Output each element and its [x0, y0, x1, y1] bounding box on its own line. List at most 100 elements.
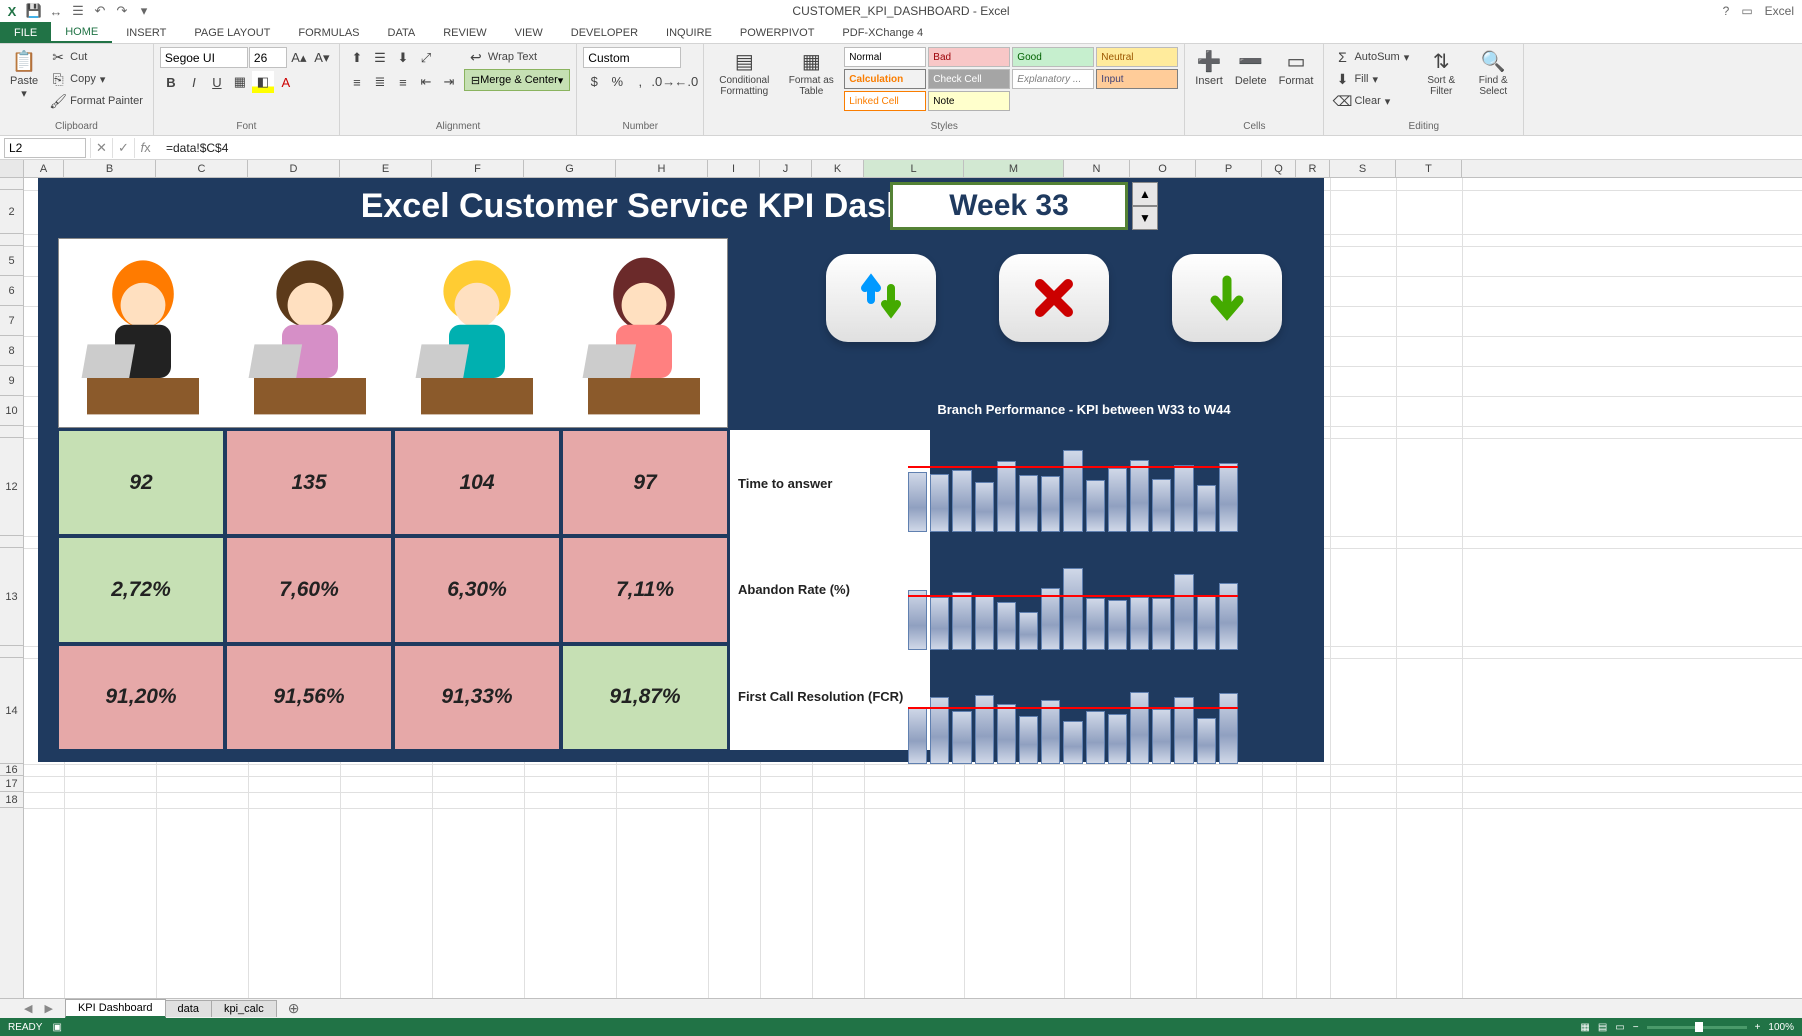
tab-data[interactable]: DATA: [374, 22, 430, 43]
merge-center-button[interactable]: ⊟Merge & Center ▾: [464, 69, 570, 91]
row-header[interactable]: 14: [0, 658, 23, 764]
col-header-C[interactable]: C: [156, 160, 248, 177]
row-header[interactable]: 17: [0, 776, 23, 792]
tab-home[interactable]: HOME: [51, 22, 112, 43]
border-button[interactable]: ▦: [229, 71, 251, 93]
cancel-formula-icon[interactable]: ✕: [90, 138, 112, 158]
conditional-formatting-button[interactable]: ▤Conditional Formatting: [710, 47, 778, 99]
insert-function-icon[interactable]: fx: [134, 138, 156, 158]
spinner-down-button[interactable]: ▼: [1132, 206, 1158, 230]
style-calculation[interactable]: Calculation: [844, 69, 926, 89]
save-icon[interactable]: 💾: [26, 3, 42, 19]
touch-icon[interactable]: ☰: [70, 3, 86, 19]
italic-button[interactable]: I: [183, 71, 205, 93]
col-header-L[interactable]: L: [864, 160, 964, 177]
zoom-in-icon[interactable]: +: [1755, 1022, 1761, 1033]
style-explanatory[interactable]: Explanatory ...: [1012, 69, 1094, 89]
sort-filter-button[interactable]: ⇅Sort & Filter: [1417, 47, 1465, 99]
tab-review[interactable]: REVIEW: [429, 22, 500, 43]
tab-powerpivot[interactable]: POWERPIVOT: [726, 22, 829, 43]
undo-icon[interactable]: ↶: [92, 3, 108, 19]
col-header-R[interactable]: R: [1296, 160, 1330, 177]
zoom-out-icon[interactable]: −: [1633, 1022, 1639, 1033]
tab-view[interactable]: VIEW: [501, 22, 557, 43]
view-layout-icon[interactable]: ▤: [1598, 1022, 1607, 1033]
tab-pdf-xchange[interactable]: PDF-XChange 4: [828, 22, 937, 43]
font-family-select[interactable]: [160, 47, 248, 68]
decrease-indent-icon[interactable]: ⇤: [415, 71, 437, 93]
col-header-O[interactable]: O: [1130, 160, 1196, 177]
cell-styles-gallery[interactable]: Normal Bad Good Neutral Calculation Chec…: [844, 47, 1178, 111]
increase-decimal-icon[interactable]: .0→: [652, 70, 674, 92]
row-header[interactable]: 2: [0, 190, 23, 234]
col-header-E[interactable]: E: [340, 160, 432, 177]
sheet-tab-kpi-calc[interactable]: kpi_calc: [211, 1000, 277, 1017]
help-icon[interactable]: ?: [1723, 4, 1730, 18]
row-header[interactable]: 9: [0, 366, 23, 396]
style-good[interactable]: Good: [1012, 47, 1094, 67]
style-normal[interactable]: Normal: [844, 47, 926, 67]
row-header[interactable]: 5: [0, 246, 23, 276]
row-header[interactable]: 13: [0, 548, 23, 646]
font-color-button[interactable]: A: [275, 71, 297, 93]
status-good-icon[interactable]: [1172, 254, 1282, 342]
decrease-font-icon[interactable]: A▾: [311, 47, 333, 69]
row-header[interactable]: 6: [0, 276, 23, 306]
tab-page-layout[interactable]: PAGE LAYOUT: [180, 22, 284, 43]
clear-button[interactable]: ⌫Clear ▾: [1330, 91, 1413, 111]
delete-button[interactable]: ➖Delete: [1231, 47, 1271, 89]
ribbon-options-icon[interactable]: ▭: [1741, 4, 1752, 18]
orientation-icon[interactable]: ⤢: [415, 47, 437, 69]
font-size-select[interactable]: [249, 47, 287, 68]
name-box[interactable]: L2: [4, 138, 86, 158]
sheet-nav-prev[interactable]: ◀: [24, 1002, 32, 1015]
underline-button[interactable]: U: [206, 71, 228, 93]
paste-button[interactable]: 📋 Paste ▾: [6, 47, 42, 102]
format-as-table-button[interactable]: ▦Format as Table: [782, 47, 840, 99]
col-header-G[interactable]: G: [524, 160, 616, 177]
find-select-button[interactable]: 🔍Find & Select: [1469, 47, 1517, 99]
qat-customize-icon[interactable]: ▾: [136, 3, 152, 19]
style-note[interactable]: Note: [928, 91, 1010, 111]
increase-indent-icon[interactable]: ⇥: [438, 71, 460, 93]
col-header-M[interactable]: M: [964, 160, 1064, 177]
row-header[interactable]: 8: [0, 336, 23, 366]
style-neutral[interactable]: Neutral: [1096, 47, 1178, 67]
col-header-A[interactable]: A: [24, 160, 64, 177]
tab-insert[interactable]: INSERT: [112, 22, 180, 43]
col-header-B[interactable]: B: [64, 160, 156, 177]
increase-font-icon[interactable]: A▴: [288, 47, 310, 69]
bold-button[interactable]: B: [160, 71, 182, 93]
sheet-tab-add[interactable]: ⊕: [276, 998, 312, 1019]
format-button[interactable]: ▭Format: [1275, 47, 1318, 89]
tab-formulas[interactable]: FORMULAS: [284, 22, 373, 43]
col-header-D[interactable]: D: [248, 160, 340, 177]
fill-color-button[interactable]: ◧: [252, 71, 274, 93]
row-header[interactable]: [0, 646, 23, 658]
view-break-icon[interactable]: ▭: [1615, 1022, 1624, 1033]
tab-developer[interactable]: DEVELOPER: [557, 22, 652, 43]
style-check-cell[interactable]: Check Cell: [928, 69, 1010, 89]
accept-formula-icon[interactable]: ✓: [112, 138, 134, 158]
row-header[interactable]: 7: [0, 306, 23, 336]
row-header[interactable]: 10: [0, 396, 23, 426]
format-painter-button[interactable]: 🖌Format Painter: [46, 91, 147, 111]
select-all-corner[interactable]: [0, 160, 24, 177]
col-header-Q[interactable]: Q: [1262, 160, 1296, 177]
sheet-tab-kpi-dashboard[interactable]: KPI Dashboard: [65, 999, 166, 1018]
row-header[interactable]: 16: [0, 764, 23, 776]
col-header-N[interactable]: N: [1064, 160, 1130, 177]
row-header[interactable]: 12: [0, 438, 23, 536]
align-middle-icon[interactable]: ☰: [369, 47, 391, 69]
col-header-F[interactable]: F: [432, 160, 524, 177]
align-bottom-icon[interactable]: ⬇: [392, 47, 414, 69]
style-linked-cell[interactable]: Linked Cell: [844, 91, 926, 111]
accounting-icon[interactable]: $: [583, 70, 605, 92]
redo-icon[interactable]: ↷: [114, 3, 130, 19]
row-header[interactable]: 18: [0, 792, 23, 808]
row-header[interactable]: [0, 178, 23, 190]
row-header[interactable]: [0, 426, 23, 438]
arrow-icon[interactable]: ↔: [48, 3, 64, 19]
align-top-icon[interactable]: ⬆: [346, 47, 368, 69]
row-header[interactable]: [0, 234, 23, 246]
